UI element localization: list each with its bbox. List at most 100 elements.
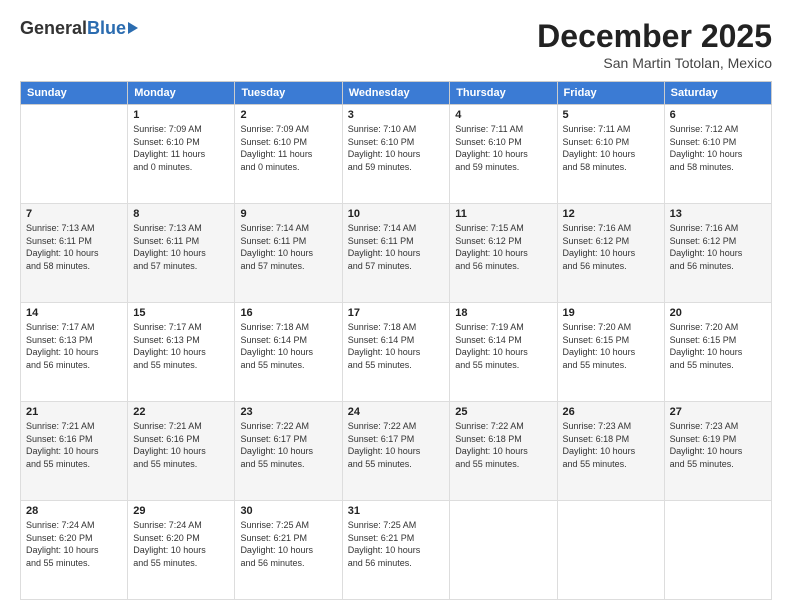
header-sunday: Sunday bbox=[21, 82, 128, 105]
weekday-header-row: Sunday Monday Tuesday Wednesday Thursday… bbox=[21, 82, 772, 105]
day-info: Sunrise: 7:21 AM Sunset: 6:16 PM Dayligh… bbox=[133, 420, 229, 470]
day-number: 15 bbox=[133, 307, 229, 319]
table-cell: 23 Sunrise: 7:22 AM Sunset: 6:17 PM Dayli… bbox=[235, 402, 342, 501]
logo-arrow-icon bbox=[128, 22, 138, 34]
day-number: 18 bbox=[455, 307, 551, 319]
week-row-2: 7Sunrise: 7:13 AM Sunset: 6:11 PM Daylig… bbox=[21, 204, 772, 303]
header: General Blue December 2025 San Martin To… bbox=[20, 18, 772, 71]
table-cell: 31Sunrise: 7:25 AM Sunset: 6:21 PM Dayli… bbox=[342, 501, 450, 600]
day-info: Sunrise: 7:25 AM Sunset: 6:21 PM Dayligh… bbox=[240, 519, 336, 569]
logo: General Blue bbox=[20, 18, 138, 39]
table-cell bbox=[21, 105, 128, 204]
day-info: Sunrise: 7:14 AM Sunset: 6:11 PM Dayligh… bbox=[348, 222, 445, 272]
table-cell: 16 Sunrise: 7:18 AM Sunset: 6:14 PM Dayli… bbox=[235, 303, 342, 402]
table-cell: 2Sunrise: 7:09 AM Sunset: 6:10 PM Daylig… bbox=[235, 105, 342, 204]
day-info: Sunrise: 7:23 AM Sunset: 6:19 PM Dayligh… bbox=[670, 420, 766, 470]
day-info: Sunrise: 7:22 AM Sunset: 6:18 PM Dayligh… bbox=[455, 420, 551, 470]
table-cell: 7Sunrise: 7:13 AM Sunset: 6:11 PM Daylig… bbox=[21, 204, 128, 303]
day-number: 20 bbox=[670, 307, 766, 319]
day-info: Sunrise: 7:12 AM Sunset: 6:10 PM Dayligh… bbox=[670, 123, 766, 173]
day-number: 22 bbox=[133, 406, 229, 418]
day-number: 23 bbox=[240, 406, 336, 418]
table-cell bbox=[664, 501, 771, 600]
day-info: Sunrise: 7:20 AM Sunset: 6:15 PM Dayligh… bbox=[670, 321, 766, 371]
day-number: 14 bbox=[26, 307, 122, 319]
title-section: December 2025 San Martin Totolan, Mexico bbox=[537, 18, 772, 71]
day-info: Sunrise: 7:21 AM Sunset: 6:16 PM Dayligh… bbox=[26, 420, 122, 470]
table-cell bbox=[450, 501, 557, 600]
header-wednesday: Wednesday bbox=[342, 82, 450, 105]
table-cell: 11Sunrise: 7:15 AM Sunset: 6:12 PM Dayli… bbox=[450, 204, 557, 303]
day-number: 10 bbox=[348, 208, 445, 220]
table-cell: 13Sunrise: 7:16 AM Sunset: 6:12 PM Dayli… bbox=[664, 204, 771, 303]
day-number: 19 bbox=[563, 307, 659, 319]
table-cell bbox=[557, 501, 664, 600]
day-info: Sunrise: 7:18 AM Sunset: 6:14 PM Dayligh… bbox=[348, 321, 445, 371]
month-title: December 2025 bbox=[537, 18, 772, 55]
day-info: Sunrise: 7:18 AM Sunset: 6:14 PM Dayligh… bbox=[240, 321, 336, 371]
day-number: 13 bbox=[670, 208, 766, 220]
calendar-table: Sunday Monday Tuesday Wednesday Thursday… bbox=[20, 81, 772, 600]
day-number: 3 bbox=[348, 109, 445, 121]
day-info: Sunrise: 7:11 AM Sunset: 6:10 PM Dayligh… bbox=[563, 123, 659, 173]
week-row-4: 21 Sunrise: 7:21 AM Sunset: 6:16 PM Dayli… bbox=[21, 402, 772, 501]
table-cell: 29Sunrise: 7:24 AM Sunset: 6:20 PM Dayli… bbox=[128, 501, 235, 600]
day-info: Sunrise: 7:09 AM Sunset: 6:10 PM Dayligh… bbox=[240, 123, 336, 173]
header-tuesday: Tuesday bbox=[235, 82, 342, 105]
table-cell: 19 Sunrise: 7:20 AM Sunset: 6:15 PM Dayli… bbox=[557, 303, 664, 402]
table-cell: 25 Sunrise: 7:22 AM Sunset: 6:18 PM Dayli… bbox=[450, 402, 557, 501]
table-cell: 6Sunrise: 7:12 AM Sunset: 6:10 PM Daylig… bbox=[664, 105, 771, 204]
day-number: 9 bbox=[240, 208, 336, 220]
day-info: Sunrise: 7:15 AM Sunset: 6:12 PM Dayligh… bbox=[455, 222, 551, 272]
table-cell: 30 Sunrise: 7:25 AM Sunset: 6:21 PM Dayli… bbox=[235, 501, 342, 600]
table-cell: 17 Sunrise: 7:18 AM Sunset: 6:14 PM Dayli… bbox=[342, 303, 450, 402]
table-cell: 18 Sunrise: 7:19 AM Sunset: 6:14 PM Dayli… bbox=[450, 303, 557, 402]
day-info: Sunrise: 7:23 AM Sunset: 6:18 PM Dayligh… bbox=[563, 420, 659, 470]
week-row-1: 1 Sunrise: 7:09 AM Sunset: 6:10 PM Daylig… bbox=[21, 105, 772, 204]
week-row-3: 14 Sunrise: 7:17 AM Sunset: 6:13 PM Dayli… bbox=[21, 303, 772, 402]
day-number: 1 bbox=[133, 109, 229, 121]
table-cell: 12 Sunrise: 7:16 AM Sunset: 6:12 PM Dayli… bbox=[557, 204, 664, 303]
day-info: Sunrise: 7:13 AM Sunset: 6:11 PM Dayligh… bbox=[133, 222, 229, 272]
day-number: 12 bbox=[563, 208, 659, 220]
day-number: 17 bbox=[348, 307, 445, 319]
table-cell: 4Sunrise: 7:11 AM Sunset: 6:10 PM Daylig… bbox=[450, 105, 557, 204]
table-cell: 10 Sunrise: 7:14 AM Sunset: 6:11 PM Dayli… bbox=[342, 204, 450, 303]
day-number: 29 bbox=[133, 505, 229, 517]
day-info: Sunrise: 7:24 AM Sunset: 6:20 PM Dayligh… bbox=[26, 519, 122, 569]
day-info: Sunrise: 7:17 AM Sunset: 6:13 PM Dayligh… bbox=[26, 321, 122, 371]
table-cell: 3Sunrise: 7:10 AM Sunset: 6:10 PM Daylig… bbox=[342, 105, 450, 204]
day-number: 16 bbox=[240, 307, 336, 319]
day-info: Sunrise: 7:11 AM Sunset: 6:10 PM Dayligh… bbox=[455, 123, 551, 173]
table-cell: 21 Sunrise: 7:21 AM Sunset: 6:16 PM Dayli… bbox=[21, 402, 128, 501]
calendar-page: General Blue December 2025 San Martin To… bbox=[0, 0, 792, 612]
day-number: 28 bbox=[26, 505, 122, 517]
day-number: 26 bbox=[563, 406, 659, 418]
table-cell: 5 Sunrise: 7:11 AM Sunset: 6:10 PM Daylig… bbox=[557, 105, 664, 204]
header-friday: Friday bbox=[557, 82, 664, 105]
header-thursday: Thursday bbox=[450, 82, 557, 105]
header-monday: Monday bbox=[128, 82, 235, 105]
location: San Martin Totolan, Mexico bbox=[537, 55, 772, 71]
day-number: 21 bbox=[26, 406, 122, 418]
day-number: 8 bbox=[133, 208, 229, 220]
day-info: Sunrise: 7:20 AM Sunset: 6:15 PM Dayligh… bbox=[563, 321, 659, 371]
table-cell: 1 Sunrise: 7:09 AM Sunset: 6:10 PM Daylig… bbox=[128, 105, 235, 204]
day-info: Sunrise: 7:17 AM Sunset: 6:13 PM Dayligh… bbox=[133, 321, 229, 371]
table-cell: 26 Sunrise: 7:23 AM Sunset: 6:18 PM Dayli… bbox=[557, 402, 664, 501]
day-number: 27 bbox=[670, 406, 766, 418]
day-number: 25 bbox=[455, 406, 551, 418]
day-number: 5 bbox=[563, 109, 659, 121]
day-info: Sunrise: 7:14 AM Sunset: 6:11 PM Dayligh… bbox=[240, 222, 336, 272]
day-number: 24 bbox=[348, 406, 445, 418]
table-cell: 9 Sunrise: 7:14 AM Sunset: 6:11 PM Daylig… bbox=[235, 204, 342, 303]
day-info: Sunrise: 7:22 AM Sunset: 6:17 PM Dayligh… bbox=[240, 420, 336, 470]
day-info: Sunrise: 7:16 AM Sunset: 6:12 PM Dayligh… bbox=[563, 222, 659, 272]
day-number: 30 bbox=[240, 505, 336, 517]
day-info: Sunrise: 7:22 AM Sunset: 6:17 PM Dayligh… bbox=[348, 420, 445, 470]
day-info: Sunrise: 7:09 AM Sunset: 6:10 PM Dayligh… bbox=[133, 123, 229, 173]
day-info: Sunrise: 7:19 AM Sunset: 6:14 PM Dayligh… bbox=[455, 321, 551, 371]
logo-general: General bbox=[20, 18, 87, 39]
day-info: Sunrise: 7:13 AM Sunset: 6:11 PM Dayligh… bbox=[26, 222, 122, 272]
week-row-5: 28 Sunrise: 7:24 AM Sunset: 6:20 PM Dayli… bbox=[21, 501, 772, 600]
